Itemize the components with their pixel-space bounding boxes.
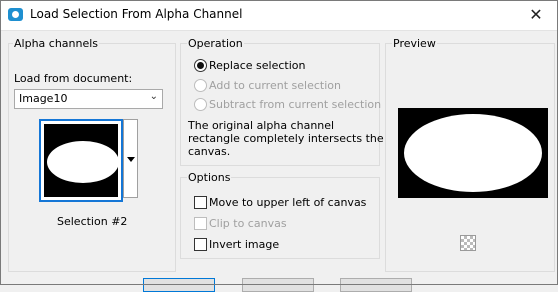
checkerboard-icon[interactable] (460, 235, 476, 251)
options-label: Options (187, 171, 232, 184)
chevron-down-icon: ⌄ (149, 91, 158, 102)
document-select-value: Image10 (19, 92, 68, 105)
document-select[interactable]: Image10 ⌄ (14, 89, 163, 109)
thumbnail-background (44, 124, 119, 197)
move-to-upper-left-label[interactable]: Move to upper left of canvas (209, 196, 366, 209)
add-to-selection-label[interactable]: Add to current selection (209, 79, 341, 92)
operation-message-line-3: canvas. (188, 145, 231, 158)
replace-selection-label[interactable]: Replace selection (209, 59, 305, 72)
replace-selection-radio[interactable] (194, 59, 207, 72)
add-to-selection-radio[interactable] (194, 79, 207, 92)
close-button[interactable]: ✕ (514, 0, 558, 30)
clip-to-canvas-label[interactable]: Clip to canvas (209, 217, 287, 230)
operation-message-line-1: The original alpha channel (188, 119, 335, 132)
help-button[interactable] (340, 278, 412, 292)
selection-dropdown-button[interactable] (123, 119, 138, 198)
move-to-upper-left-checkbox[interactable] (194, 196, 207, 209)
preview-label: Preview (392, 37, 437, 50)
alpha-channels-label: Alpha channels (13, 37, 100, 50)
preview-ellipse (404, 114, 542, 192)
selection-name: Selection #2 (57, 215, 128, 228)
invert-image-checkbox[interactable] (194, 238, 207, 251)
operation-message-line-2: rectangle completely intersects the (188, 132, 384, 145)
operation-label: Operation (187, 37, 244, 50)
selection-thumbnail[interactable] (39, 119, 123, 202)
cancel-button[interactable] (242, 278, 314, 292)
camera-icon (8, 8, 23, 21)
window-title: Load Selection From Alpha Channel (30, 7, 243, 21)
thumbnail-ellipse (47, 141, 119, 183)
subtract-from-selection-radio[interactable] (194, 98, 207, 111)
invert-image-label[interactable]: Invert image (209, 238, 279, 251)
load-from-document-label: Load from document: (14, 72, 133, 85)
preview-canvas (398, 108, 548, 198)
ok-button[interactable] (143, 278, 215, 292)
title-bar: Load Selection From Alpha Channel ✕ (0, 0, 558, 31)
clip-to-canvas-checkbox[interactable] (194, 217, 207, 230)
subtract-from-selection-label[interactable]: Subtract from current selection (209, 98, 381, 111)
